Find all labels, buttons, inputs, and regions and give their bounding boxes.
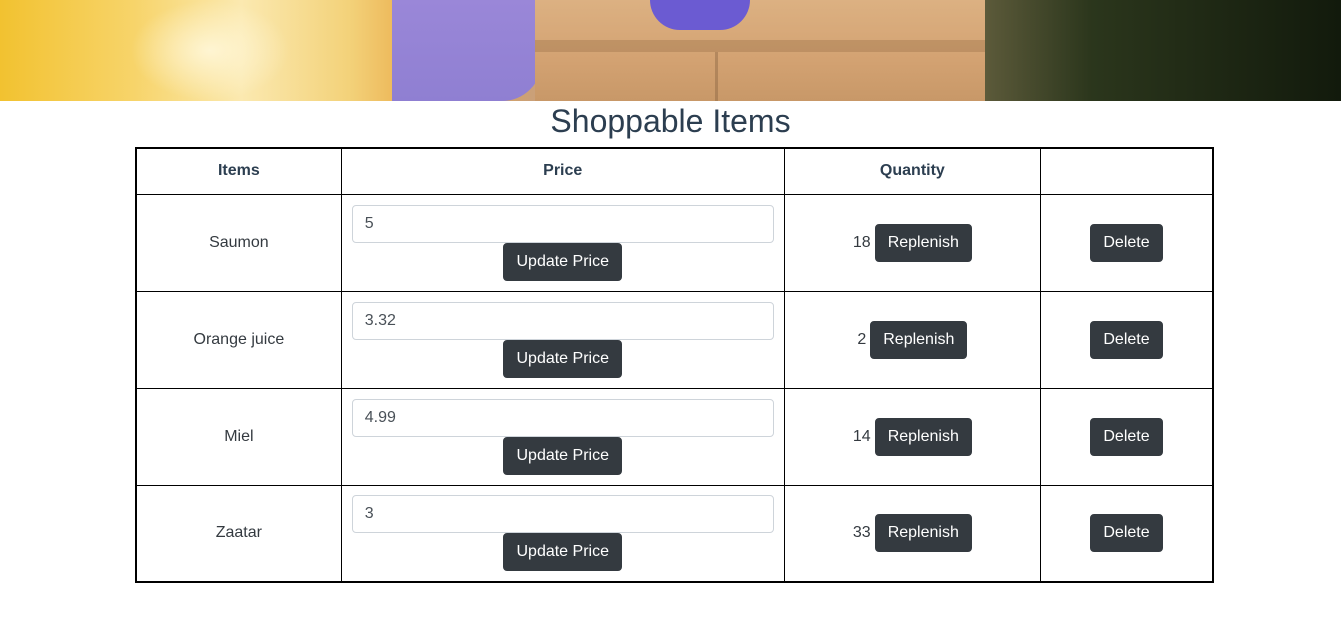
actions-cell: Delete (1040, 193, 1214, 292)
price-cell: Update Price (340, 290, 785, 389)
price-input[interactable] (351, 204, 774, 243)
quantity-cell: 2 Replenish (783, 290, 1042, 389)
table-row: Saumon Update Price 18 Replenish Delete (135, 193, 1214, 292)
price-cell: Update Price (340, 193, 785, 292)
header-actions (1040, 147, 1214, 195)
actions-cell: Delete (1040, 290, 1214, 389)
table-row: Orange juice Update Price 2 Replenish De… (135, 290, 1214, 389)
price-input[interactable] (351, 398, 774, 437)
page-title: Shoppable Items (550, 103, 791, 139)
quantity-value: 2 (857, 330, 867, 348)
update-price-button[interactable]: Update Price (503, 533, 622, 572)
header-price: Price (340, 147, 785, 195)
replenish-button[interactable]: Replenish (874, 417, 972, 456)
update-price-button[interactable]: Update Price (503, 436, 622, 475)
quantity-value: 33 (852, 524, 871, 542)
replenish-button[interactable]: Replenish (870, 320, 968, 359)
replenish-button[interactable]: Replenish (874, 514, 972, 553)
delete-button[interactable]: Delete (1090, 223, 1163, 262)
quantity-value: 18 (852, 233, 871, 251)
price-cell: Update Price (340, 387, 785, 486)
item-name: Zaatar (135, 484, 342, 583)
item-name: Miel (135, 387, 342, 486)
table-row: Miel Update Price 14 Replenish Delete (135, 387, 1214, 486)
update-price-button[interactable]: Update Price (503, 339, 622, 378)
quantity-value: 14 (852, 427, 871, 445)
price-input[interactable] (351, 495, 774, 534)
actions-cell: Delete (1040, 484, 1214, 583)
delete-button[interactable]: Delete (1090, 514, 1163, 553)
price-cell: Update Price (340, 484, 785, 583)
price-input[interactable] (351, 301, 774, 340)
replenish-button[interactable]: Replenish (874, 223, 972, 262)
quantity-cell: 33 Replenish (783, 484, 1042, 583)
delete-button[interactable]: Delete (1090, 320, 1163, 359)
header-items: Items (135, 147, 342, 195)
delete-button[interactable]: Delete (1090, 417, 1163, 456)
header-quantity: Quantity (783, 147, 1042, 195)
item-name: Saumon (135, 193, 342, 292)
actions-cell: Delete (1040, 387, 1214, 486)
item-name: Orange juice (135, 290, 342, 389)
hero-banner-image (0, 0, 1341, 101)
quantity-cell: 14 Replenish (783, 387, 1042, 486)
quantity-cell: 18 Replenish (783, 193, 1042, 292)
items-table: Items Price Quantity Saumon Update Price… (135, 147, 1214, 583)
update-price-button[interactable]: Update Price (503, 242, 622, 281)
table-row: Zaatar Update Price 33 Replenish Delete (135, 484, 1214, 583)
table-header-row: Items Price Quantity (135, 147, 1214, 195)
